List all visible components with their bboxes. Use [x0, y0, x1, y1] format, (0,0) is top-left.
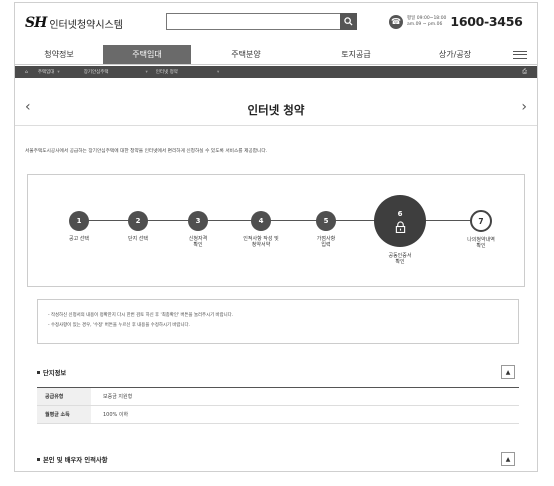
- nav-item-shops-factories[interactable]: 상가/공장: [411, 45, 499, 64]
- call-center: ☎ 평일 09:00~18:00 am.09 ~ pm.06 1600-3456: [389, 14, 523, 29]
- bullet-square-icon: [37, 458, 40, 461]
- notice-line: - 수정사항이 있는 경우, '수정' 버튼을 누르신 후 내용을 수정하시기 …: [48, 323, 190, 328]
- nav-item-subscription-info[interactable]: 청약정보: [15, 45, 103, 64]
- nav-item-housing-rental[interactable]: 주택임대: [103, 45, 191, 64]
- next-arrow-icon[interactable]: ›: [521, 99, 527, 115]
- step-7: 7 나의청약내역 확인: [451, 210, 511, 249]
- bullet-square-icon: [37, 371, 40, 374]
- search-button[interactable]: [340, 13, 357, 30]
- search-icon: [344, 17, 353, 26]
- breadcrumb-item[interactable]: 장기안심주택 ▾: [84, 69, 148, 76]
- table-row: 공급유형 보증금 지원형: [37, 388, 519, 406]
- breadcrumb-item[interactable]: 인터넷 청약 ▾: [156, 69, 219, 76]
- step-4: 4 인적사항 작성 및 청약서약: [230, 211, 292, 248]
- logo-mark: SH: [25, 15, 47, 31]
- phone-icon: ☎: [389, 14, 403, 29]
- hamburger-menu-icon[interactable]: [513, 48, 527, 62]
- complex-info-table: 공급유형 보증금 지원형 월평균 소득 100% 이하: [37, 387, 519, 424]
- logo-name: 인터넷청약시스템: [49, 19, 123, 31]
- page-title: 인터넷 청약: [247, 103, 305, 117]
- step-5: 5 가점사항 입력: [300, 211, 352, 248]
- notice-box: - 작성하신 신청서의 내용이 정확한지 다시 한번 검토 하신 후 '최종확인…: [37, 299, 519, 344]
- step-2: 2 단지 선택: [112, 211, 164, 242]
- notice-line: - 작성하신 신청서의 내용이 정확한지 다시 한번 검토 하신 후 '최종확인…: [48, 313, 234, 318]
- nav-item-land-supply[interactable]: 토지공급: [301, 45, 411, 64]
- main-nav: 청약정보 주택임대 주택분양 토지공급 상가/공장: [15, 45, 537, 65]
- table-row: 월평균 소득 100% 이하: [37, 406, 519, 424]
- breadcrumb: ⌂ 주택임대 ▾ 장기안심주택 ▾ 인터넷 청약 ▾ ⎙: [15, 66, 537, 78]
- breadcrumb-item[interactable]: 주택임대 ▾: [38, 69, 60, 76]
- title-bar: ‹ 인터넷 청약 ›: [15, 78, 537, 126]
- lock-icon: [395, 220, 405, 233]
- phone-number: 1600-3456: [450, 14, 523, 29]
- progress-steps: 1 공고 선택 2 단지 선택 3 신청자격 확인 4 인적사항 작성 및 청약…: [27, 174, 525, 287]
- step-6-current: 6 공동인증서 확인: [370, 195, 430, 265]
- top-bar: SH 인터넷청약시스템 ☎ 평일 09:00~18:00 am.09 ~ pm.…: [15, 3, 537, 45]
- step-3: 3 신청자격 확인: [172, 211, 224, 248]
- breadcrumb-home-icon[interactable]: ⌂: [25, 70, 28, 75]
- personal-info-heading: 본인 및 배우자 인적사항: [37, 455, 108, 464]
- call-hours: 평일 09:00~18:00 am.09 ~ pm.06: [407, 15, 447, 27]
- page-frame: SH 인터넷청약시스템 ☎ 평일 09:00~18:00 am.09 ~ pm.…: [14, 2, 538, 472]
- nav-item-housing-sale[interactable]: 주택분양: [191, 45, 301, 64]
- step-1: 1 공고 선택: [53, 211, 105, 242]
- collapse-complex-info-button[interactable]: ▲: [501, 365, 515, 379]
- site-logo[interactable]: SH 인터넷청약시스템: [25, 15, 123, 31]
- complex-info-heading: 단지정보: [37, 368, 66, 377]
- intro-text: 서울주택도시공사에서 공급하는 장기안심주택에 대한 청약을 인터넷에서 편리하…: [25, 149, 268, 154]
- step-6-number: 6: [397, 209, 403, 218]
- search-input[interactable]: [166, 13, 356, 30]
- collapse-personal-info-button[interactable]: ▲: [501, 452, 515, 466]
- print-icon[interactable]: ⎙: [522, 68, 527, 76]
